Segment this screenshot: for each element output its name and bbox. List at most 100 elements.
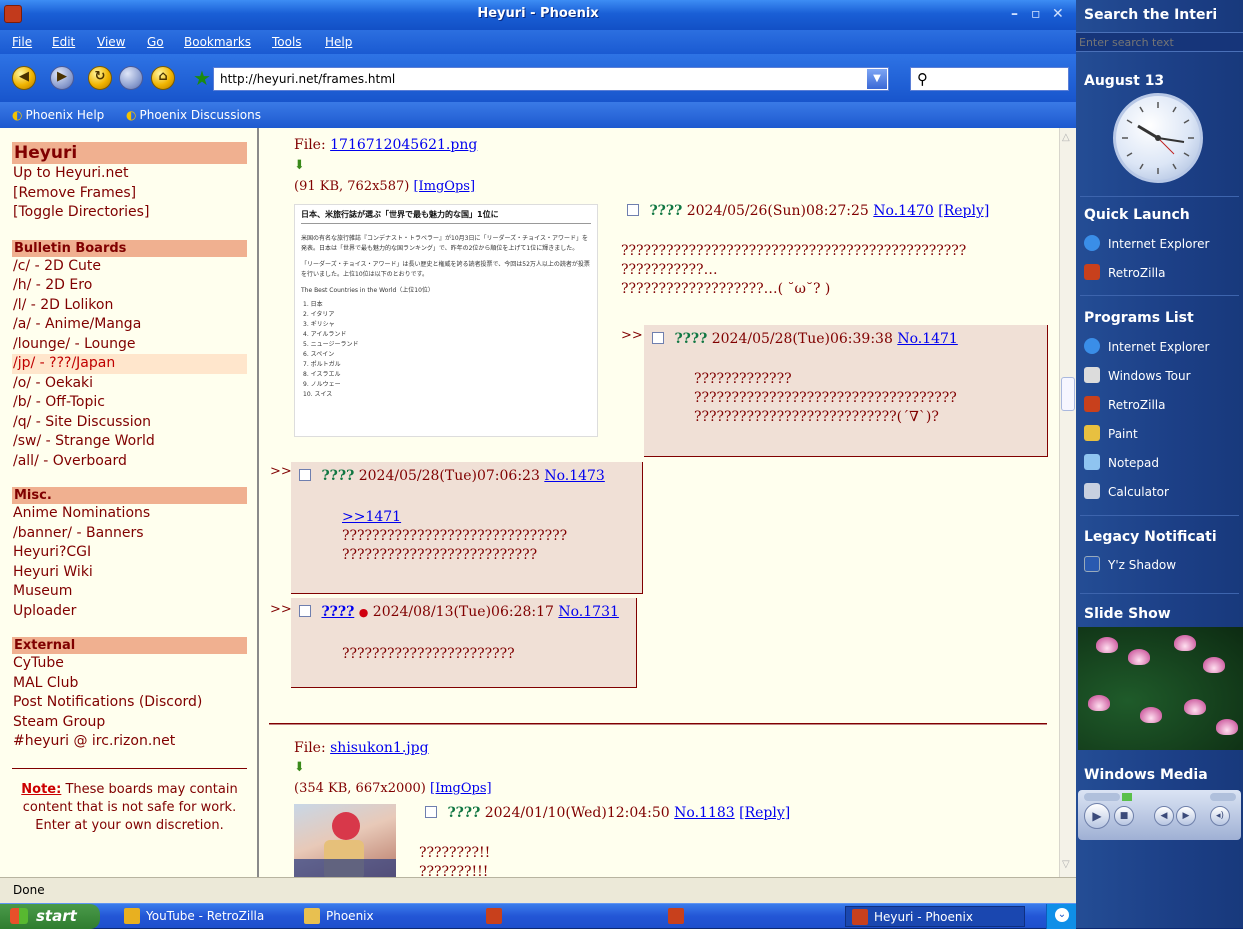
program-ie[interactable]: Internet Explorer (1084, 338, 1209, 354)
external-link[interactable]: #heyuri @ irc.rizon.net (12, 732, 247, 752)
title-bar[interactable]: Heyuri - Phoenix – ▫ ✕ (0, 0, 1076, 30)
minimize-icon[interactable]: – (1011, 6, 1018, 22)
forward-icon[interactable]: ▶ (50, 66, 74, 90)
board-link[interactable]: /b/ - Off-Topic (12, 393, 247, 413)
sidebar-search-input[interactable] (1076, 33, 1236, 51)
post-checkbox[interactable] (425, 806, 437, 818)
board-link[interactable]: /sw/ - Strange World (12, 432, 247, 452)
misc-link[interactable]: Museum (12, 582, 247, 602)
post-checkbox[interactable] (299, 469, 311, 481)
url-dropdown-icon[interactable]: ▼ (867, 69, 887, 89)
system-tray[interactable]: ⌄ (1046, 904, 1076, 929)
play-icon[interactable]: ▶ (1084, 803, 1110, 829)
post-thumbnail[interactable]: 日本、米旅行誌が選ぶ「世界で最も魅力的な国」1位に 米国の有名な旅行雑誌『コンデ… (294, 204, 598, 437)
bookmark-star-icon[interactable]: ★ (193, 68, 211, 88)
external-link[interactable]: Post Notifications (Discord) (12, 693, 247, 713)
bookmark-phoenix-help[interactable]: ◐ Phoenix Help (12, 108, 104, 122)
imgops-link[interactable]: [ImgOps] (430, 781, 492, 796)
reply-link[interactable]: [Reply] (739, 805, 790, 821)
board-link[interactable]: /a/ - Anime/Manga (12, 315, 247, 335)
task-heyuri-phoenix[interactable]: Heyuri - Phoenix (845, 906, 1025, 927)
bookmark-phoenix-discussions[interactable]: ◐ Phoenix Discussions (126, 108, 261, 122)
program-retrozilla[interactable]: RetroZilla (1084, 396, 1165, 412)
vertical-scrollbar[interactable]: △ ▽ (1059, 128, 1076, 877)
restore-icon[interactable]: ▫ (1031, 6, 1041, 22)
post-number[interactable]: No.1473 (544, 468, 605, 484)
tray-chevron-icon[interactable]: ⌄ (1055, 908, 1069, 922)
task-app[interactable] (662, 906, 832, 927)
nav-link[interactable]: [Toggle Directories] (12, 203, 247, 223)
nav-link[interactable]: [Remove Frames] (12, 184, 247, 204)
menu-bookmarks[interactable]: Bookmarks (184, 35, 251, 49)
misc-link[interactable]: Uploader (12, 602, 247, 622)
menu-go[interactable]: Go (147, 35, 164, 49)
start-button[interactable]: start (0, 904, 100, 929)
menu-tools[interactable]: Tools (272, 35, 302, 49)
close-icon[interactable]: ✕ (1052, 6, 1064, 22)
reload-icon[interactable]: ↻ (88, 66, 112, 90)
search-icon[interactable]: ⚲ (917, 70, 928, 88)
program-windows-tour[interactable]: Windows Tour (1084, 367, 1191, 383)
post-thumbnail[interactable] (294, 804, 396, 877)
board-link[interactable]: /all/ - Overboard (12, 452, 247, 472)
quick-launch-ie[interactable]: Internet Explorer (1084, 235, 1209, 251)
download-icon[interactable]: ⬇ (294, 159, 308, 173)
misc-link[interactable]: Anime Nominations (12, 504, 247, 524)
misc-link[interactable]: /banner/ - Banners (12, 524, 247, 544)
imgops-link[interactable]: [ImgOps] (413, 179, 475, 194)
sidebar-search[interactable] (1076, 32, 1243, 52)
program-notepad[interactable]: Notepad (1084, 454, 1159, 470)
stop-icon[interactable]: ■ (1114, 806, 1134, 826)
previous-icon[interactable]: ◀ (1154, 806, 1174, 826)
post-number[interactable]: No.1183 (674, 805, 735, 821)
file-link[interactable]: shisukon1.jpg (330, 740, 428, 756)
program-paint[interactable]: Paint (1084, 425, 1138, 441)
menu-view[interactable]: View (97, 35, 125, 49)
post-checkbox[interactable] (627, 204, 639, 216)
download-icon[interactable]: ⬇ (294, 761, 308, 775)
scroll-up-icon[interactable]: △ (1062, 132, 1070, 143)
volume-icon[interactable]: ◂) (1210, 806, 1230, 826)
stop-icon[interactable] (119, 66, 143, 90)
nav-link[interactable]: Up to Heyuri.net (12, 164, 247, 184)
misc-link[interactable]: Heyuri Wiki (12, 563, 247, 583)
reply-link[interactable]: [Reply] (938, 203, 989, 219)
quote-link[interactable]: >>1471 (342, 509, 401, 525)
external-link[interactable]: MAL Club (12, 674, 247, 694)
search-box[interactable]: ⚲ (910, 67, 1069, 91)
external-link[interactable]: Steam Group (12, 713, 247, 733)
poster-name-link[interactable]: ???? (321, 604, 354, 620)
board-link[interactable]: /c/ - 2D Cute (12, 257, 247, 277)
post-number[interactable]: No.1731 (558, 604, 619, 620)
board-link[interactable]: /q/ - Site Discussion (12, 413, 247, 433)
post-number[interactable]: No.1471 (897, 331, 958, 347)
back-icon[interactable]: ◀ (12, 66, 36, 90)
home-icon[interactable]: ⌂ (151, 66, 175, 90)
post-checkbox[interactable] (299, 605, 311, 617)
menu-file[interactable]: File (12, 35, 32, 49)
file-link[interactable]: 1716712045621.png (330, 137, 477, 153)
board-link[interactable]: /l/ - 2D Lolikon (12, 296, 247, 316)
scroll-down-icon[interactable]: ▽ (1062, 859, 1070, 870)
task-youtube-retrozilla[interactable]: YouTube - RetroZilla (118, 906, 288, 927)
url-bar[interactable]: ▼ (213, 67, 889, 91)
program-calculator[interactable]: Calculator (1084, 483, 1169, 499)
menu-edit[interactable]: Edit (52, 35, 75, 49)
board-link[interactable]: /o/ - Oekaki (12, 374, 247, 394)
quick-launch-retrozilla[interactable]: RetroZilla (1084, 264, 1165, 280)
task-phoenix[interactable]: Phoenix (298, 906, 468, 927)
url-input[interactable] (214, 68, 854, 90)
scroll-thumb[interactable] (1061, 377, 1075, 411)
next-icon[interactable]: ▶ (1176, 806, 1196, 826)
board-link[interactable]: /h/ - 2D Ero (12, 276, 247, 296)
external-link[interactable]: CyTube (12, 654, 247, 674)
task-app[interactable] (480, 906, 650, 927)
board-link[interactable]: /lounge/ - Lounge (12, 335, 247, 355)
slideshow-image[interactable] (1078, 627, 1243, 750)
misc-link[interactable]: Heyuri?CGI (12, 543, 247, 563)
post-number[interactable]: No.1470 (873, 203, 934, 219)
post-checkbox[interactable] (652, 332, 664, 344)
menu-help[interactable]: Help (325, 35, 352, 49)
legacy-yz-shadow[interactable]: Y'z Shadow (1084, 556, 1176, 572)
board-link-selected[interactable]: /jp/ - ???/Japan (12, 354, 247, 374)
